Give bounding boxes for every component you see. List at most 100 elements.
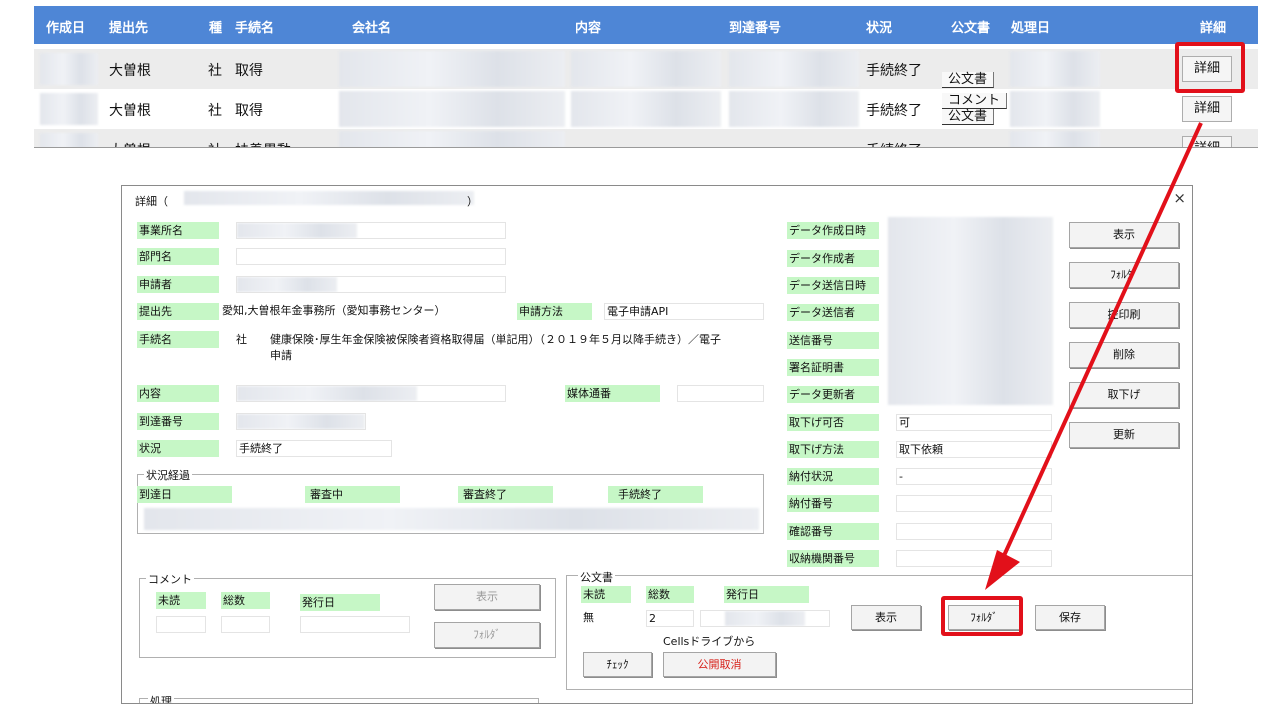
close-icon[interactable]: × bbox=[1173, 189, 1186, 207]
label-submit-to: 提出先 bbox=[137, 303, 219, 320]
dept-field bbox=[236, 248, 506, 265]
comment-unread-field bbox=[156, 616, 206, 633]
detail-button[interactable]: 詳細 bbox=[1182, 136, 1232, 147]
content-field bbox=[236, 385, 506, 402]
header-procedure[interactable]: 手続名 bbox=[235, 17, 274, 36]
header-content[interactable]: 内容 bbox=[575, 17, 601, 36]
redacted-arrival-no bbox=[729, 91, 859, 127]
cell-kind: 社 bbox=[208, 63, 222, 79]
payment-no-field bbox=[896, 495, 1052, 512]
detail-dialog: 詳細（ ） × 事業所名 部門名 申請者 提出先 愛知,大曽根年金事務所（愛知事… bbox=[121, 185, 1193, 704]
official-save-button[interactable]: 保存 bbox=[1035, 605, 1105, 630]
show-button[interactable]: 表示 bbox=[1069, 222, 1179, 248]
comment-folder-button[interactable]: ﾌｫﾙﾀﾞ bbox=[434, 622, 540, 648]
table-header: 作成日 提出先 種 手続名 会社名 内容 到達番号 状況 公文書 処理日 詳細 bbox=[34, 6, 1258, 44]
confirm-no-field bbox=[896, 523, 1052, 540]
label-office: 事業所名 bbox=[137, 222, 219, 239]
redacted-office bbox=[237, 223, 357, 238]
cell-kind: 社 bbox=[208, 103, 222, 119]
header-kind[interactable]: 種 bbox=[209, 17, 222, 36]
redacted-progress-dates bbox=[144, 508, 759, 530]
processing-title: 処理 bbox=[148, 693, 174, 703]
redacted-title bbox=[184, 191, 474, 205]
header-arrival-no[interactable]: 到達番号 bbox=[729, 17, 781, 36]
label-data-updater: データ更新者 bbox=[787, 386, 879, 403]
update-button[interactable]: 更新 bbox=[1069, 422, 1179, 448]
procedure-line-1: 健康保険･厚生年金保険被保険者資格取得届（単記用）（２０１９年５月以降手続き）／… bbox=[270, 333, 721, 346]
label-data-sender: データ送信者 bbox=[787, 304, 879, 321]
submit-to-value: 愛知,大曽根年金事務所（愛知事務センター） bbox=[220, 303, 505, 320]
redacted-processed bbox=[1010, 51, 1100, 87]
redacted-company bbox=[339, 91, 565, 127]
processing-group bbox=[139, 698, 539, 703]
print-copy-button[interactable]: 控印刷 bbox=[1069, 302, 1179, 328]
official-total-value: 2 bbox=[646, 610, 694, 627]
redacted-created bbox=[40, 93, 98, 125]
highlight-detail-button bbox=[1175, 42, 1245, 93]
cell-status: 手続終了 bbox=[866, 103, 922, 119]
header-status[interactable]: 状況 bbox=[866, 17, 892, 36]
cell-kind: 社 bbox=[208, 140, 222, 147]
header-detail[interactable]: 詳細 bbox=[1200, 17, 1226, 36]
label-institution-no: 収納機関番号 bbox=[787, 550, 879, 567]
label-comment-total: 総数 bbox=[221, 592, 270, 609]
label-payment-status: 納付状況 bbox=[787, 468, 879, 485]
label-confirm-no: 確認番号 bbox=[787, 523, 879, 540]
cell-status: 手続終了 bbox=[866, 140, 922, 147]
highlight-folder-button bbox=[941, 596, 1023, 636]
label-send-no: 送信番号 bbox=[787, 332, 879, 349]
label-data-creator: データ作成者 bbox=[787, 250, 879, 267]
table-row[interactable]: 大曽根 社 取得 手続終了 コメント 公文書 詳細 bbox=[34, 89, 1258, 129]
label-status: 状況 bbox=[137, 440, 219, 457]
method-value: 電子申請API bbox=[604, 303, 764, 320]
header-company[interactable]: 会社名 bbox=[352, 17, 391, 36]
label-done: 手続終了 bbox=[608, 486, 703, 503]
label-payment-no: 納付番号 bbox=[787, 495, 879, 512]
redacted-company bbox=[339, 131, 565, 147]
label-content: 内容 bbox=[137, 385, 219, 402]
procedure-kind: 社 bbox=[236, 333, 247, 346]
label-withdraw-method: 取下げ方法 bbox=[787, 441, 879, 458]
media-no-field bbox=[677, 385, 764, 402]
comment-link[interactable]: コメント bbox=[942, 93, 1008, 109]
dialog-titlebar: 詳細（ ） × bbox=[122, 186, 1192, 210]
redacted-arrival-no bbox=[729, 51, 859, 87]
table-row[interactable]: 大曽根 社 取得 手続終了 公文書 詳細 bbox=[34, 49, 1258, 89]
official-show-button[interactable]: 表示 bbox=[851, 605, 921, 630]
comment-show-button[interactable]: 表示 bbox=[434, 584, 540, 610]
status-value: 手続終了 bbox=[236, 440, 392, 457]
label-media-no: 媒体通番 bbox=[565, 385, 660, 402]
cells-drive-note: Cellsドライブから bbox=[663, 635, 756, 648]
header-processed[interactable]: 処理日 bbox=[1011, 17, 1050, 36]
cell-submit-to: 大曽根 bbox=[109, 103, 151, 119]
header-official-doc[interactable]: 公文書 bbox=[951, 17, 990, 36]
official-cancel-publish-button[interactable]: 公開取消 bbox=[663, 652, 776, 677]
label-comment-issued: 発行日 bbox=[300, 594, 380, 611]
header-submit-to[interactable]: 提出先 bbox=[109, 17, 148, 36]
redacted-processed bbox=[1010, 91, 1100, 127]
cell-procedure: 扶養異動 bbox=[235, 140, 291, 147]
table-row[interactable]: 大曽根 社 扶養異動 手続終了 詳細 bbox=[34, 129, 1258, 147]
label-official-total: 総数 bbox=[646, 586, 694, 603]
official-doc-link[interactable]: 公文書 bbox=[942, 72, 995, 88]
label-withdrawable: 取下げ可否 bbox=[787, 414, 879, 431]
delete-button[interactable]: 削除 bbox=[1069, 342, 1179, 368]
withdraw-button[interactable]: 取下げ bbox=[1069, 382, 1179, 408]
label-applicant: 申請者 bbox=[137, 276, 219, 293]
procedure-value: 社 健康保険･厚生年金保険被保険者資格取得届（単記用）（２０１９年５月以降手続き… bbox=[236, 331, 764, 379]
label-data-sent-at: データ送信日時 bbox=[787, 277, 879, 294]
payment-status-value: - bbox=[896, 468, 1052, 485]
detail-button[interactable]: 詳細 bbox=[1182, 96, 1232, 122]
comment-issued-field bbox=[300, 616, 410, 633]
label-procedure: 手続名 bbox=[137, 331, 219, 348]
cell-status: 手続終了 bbox=[866, 63, 922, 79]
procedure-line-2: 申請 bbox=[270, 349, 292, 362]
folder-button[interactable]: ﾌｫﾙﾀﾞ bbox=[1069, 262, 1179, 288]
progress-title: 状況経過 bbox=[144, 467, 192, 483]
header-created[interactable]: 作成日 bbox=[46, 17, 85, 36]
label-dept: 部門名 bbox=[137, 248, 219, 265]
label-reviewing: 審査中 bbox=[305, 486, 400, 503]
withdraw-method-value: 取下依頼 bbox=[896, 441, 1052, 458]
official-check-button[interactable]: ﾁｪｯｸ bbox=[583, 652, 652, 677]
official-doc-link[interactable]: 公文書 bbox=[942, 109, 995, 125]
